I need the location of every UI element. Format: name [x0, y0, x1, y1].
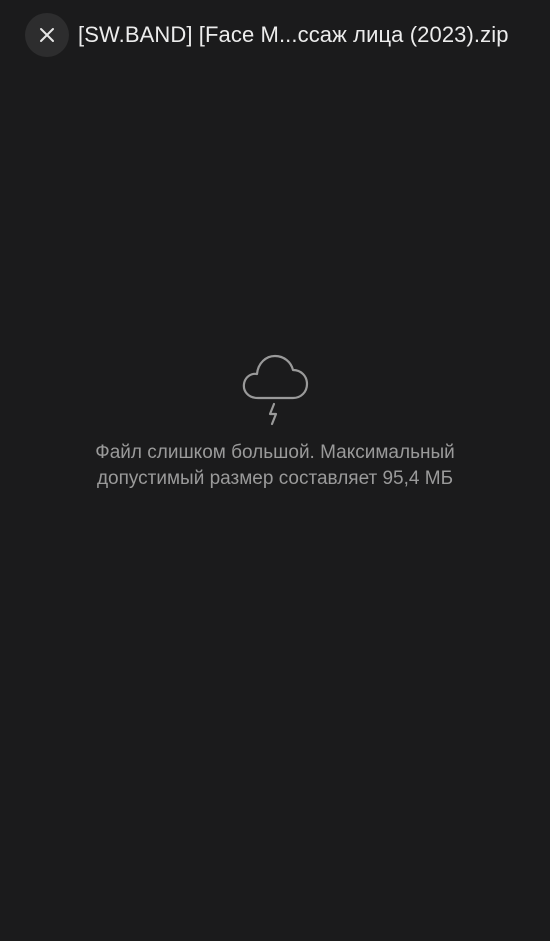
storm-cloud-icon — [238, 348, 312, 428]
close-button[interactable] — [25, 13, 69, 57]
close-icon — [40, 28, 54, 42]
viewer-header: [SW.BAND] [Face M...ссаж лица (2023).zip — [0, 0, 550, 70]
error-message-panel: Файл слишком большой. Максимальный допус… — [0, 348, 550, 492]
file-name-title: [SW.BAND] [Face M...ссаж лица (2023).zip — [78, 22, 509, 47]
error-message-text: Файл слишком большой. Максимальный допус… — [95, 442, 455, 489]
